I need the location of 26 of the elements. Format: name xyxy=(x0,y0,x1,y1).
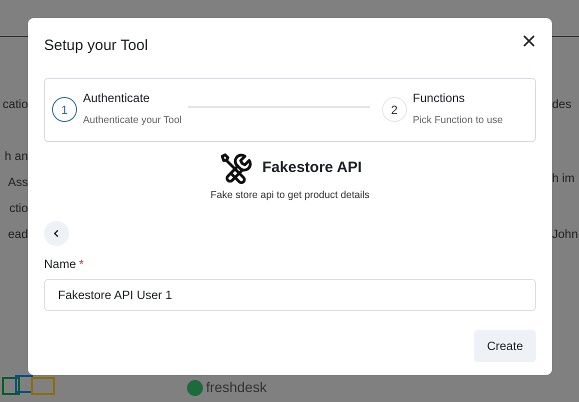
tool-name: Fakestore API xyxy=(262,158,362,178)
required-mark: * xyxy=(79,256,84,272)
background-text: h an xyxy=(4,148,28,165)
step-number: 2 xyxy=(382,97,407,122)
step-number: 1 xyxy=(52,97,77,122)
close-button[interactable] xyxy=(522,34,536,48)
create-button[interactable]: Create xyxy=(474,330,536,362)
background-text: Ass xyxy=(8,174,28,191)
wrench-screwdriver-icon xyxy=(218,152,252,186)
background-text: des xyxy=(552,96,572,113)
dialog-title: Setup your Tool xyxy=(44,36,148,56)
tool-description: Fake store api to get product details xyxy=(210,188,370,202)
background-text: John xyxy=(552,226,579,243)
step-title: Functions xyxy=(412,90,466,107)
logo-icon xyxy=(2,374,57,398)
chevron-left-icon xyxy=(52,228,61,238)
background-text: ctio xyxy=(9,200,28,217)
background-text: h im xyxy=(552,170,576,187)
background-text: ead xyxy=(8,226,28,243)
field-label: Name xyxy=(44,256,76,272)
logo-text: freshdesk xyxy=(206,378,267,397)
background-text: catio xyxy=(2,96,28,113)
step-subtitle: Pick Function to use xyxy=(412,114,503,128)
step-subtitle: Authenticate your Tool xyxy=(83,114,182,128)
name-input[interactable]: Fakestore API User 1 xyxy=(44,278,536,310)
step-title: Authenticate xyxy=(83,90,151,107)
